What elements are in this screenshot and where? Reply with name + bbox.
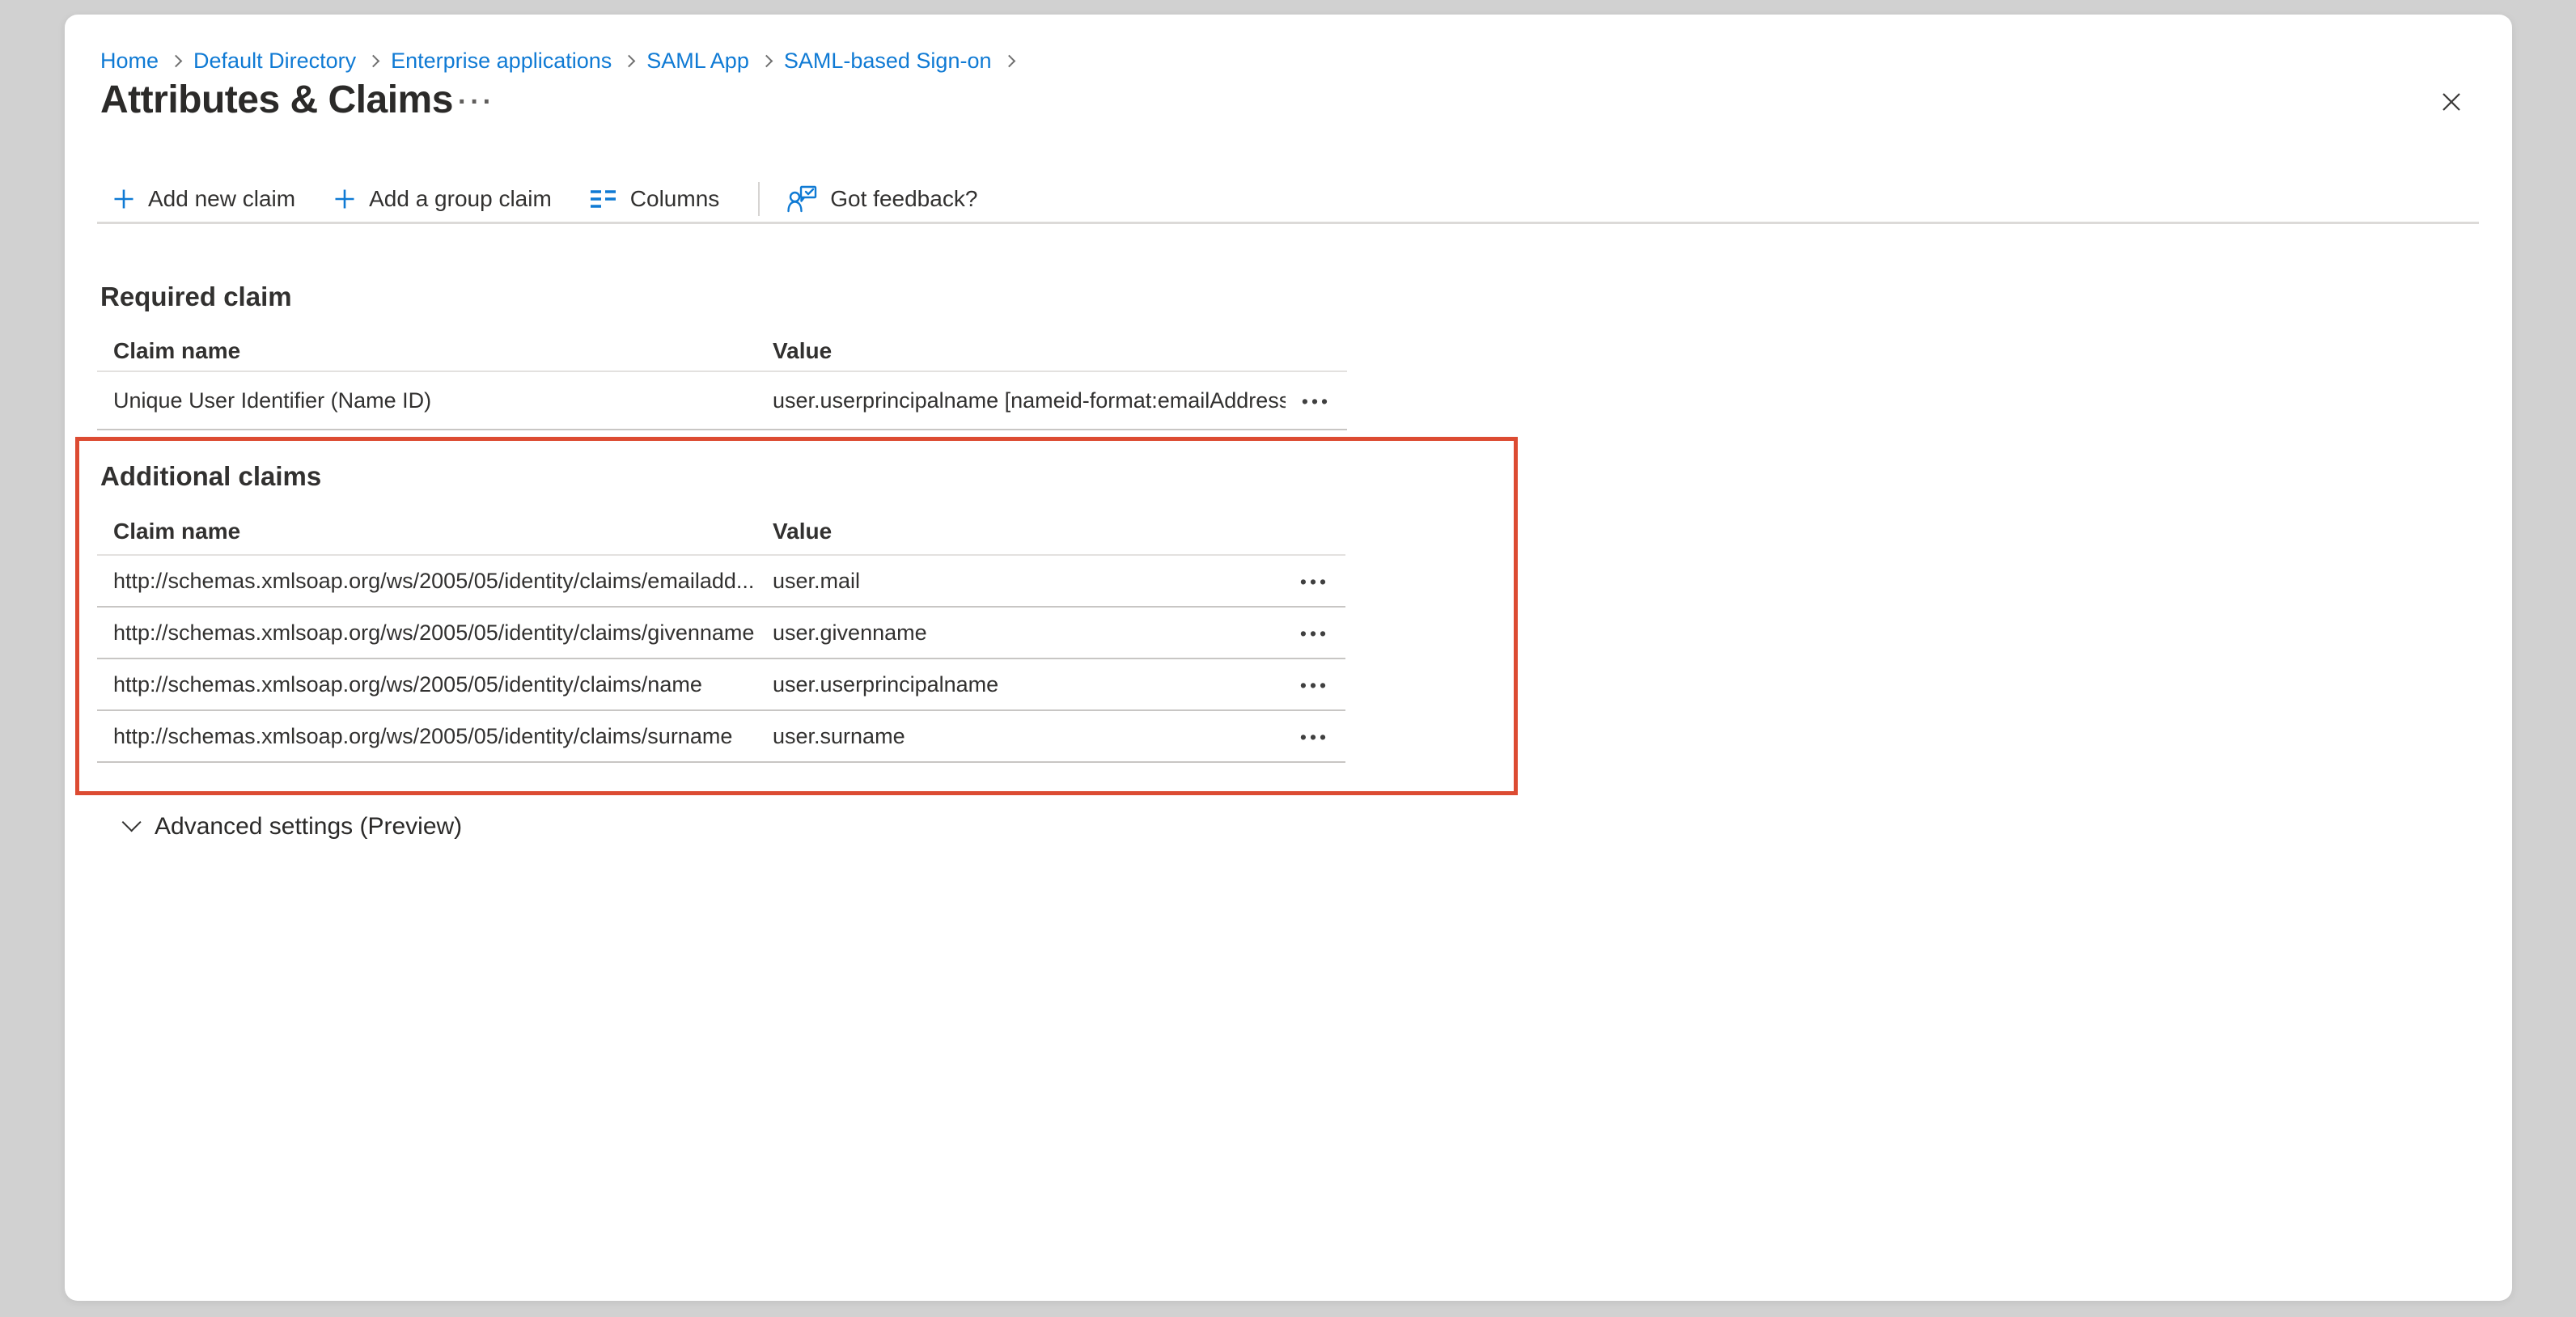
plus-icon	[333, 187, 357, 211]
columns-button[interactable]: Columns	[589, 186, 719, 212]
got-feedback-button[interactable]: Got feedback?	[787, 185, 977, 213]
claim-name-column-header: Claim name	[97, 338, 773, 364]
claim-name-cell: http://schemas.xmlsoap.org/ws/2005/05/id…	[97, 569, 773, 594]
additional-claims-table: Claim name Value http://schemas.xmlsoap.…	[97, 508, 1345, 763]
command-bar: Add new claim Add a group claim Columns	[112, 180, 1015, 218]
row-menu-icon[interactable]: •••	[1300, 625, 1329, 642]
table-row[interactable]: Unique User Identifier (Name ID) user.us…	[97, 372, 1347, 430]
columns-label: Columns	[630, 186, 719, 212]
chevron-right-icon	[761, 54, 773, 67]
row-menu-icon[interactable]: •••	[1300, 574, 1329, 590]
breadcrumb-default-directory[interactable]: Default Directory	[193, 47, 356, 74]
close-icon	[2438, 89, 2464, 115]
advanced-settings-label: Advanced settings (Preview)	[155, 813, 462, 841]
required-claim-table: Claim name Value Unique User Identifier …	[97, 332, 1347, 430]
value-column-header: Value	[773, 519, 1284, 544]
claim-value-cell: user.givenname	[773, 620, 1284, 646]
add-group-claim-button[interactable]: Add a group claim	[333, 186, 552, 212]
row-menu-icon[interactable]: •••	[1300, 729, 1329, 745]
add-new-claim-button[interactable]: Add new claim	[112, 186, 295, 212]
row-menu-icon[interactable]: •••	[1302, 393, 1331, 409]
breadcrumb-home[interactable]: Home	[100, 47, 159, 74]
table-row[interactable]: http://schemas.xmlsoap.org/ws/2005/05/id…	[97, 556, 1345, 608]
toolbar-divider	[758, 182, 760, 216]
plus-icon	[112, 187, 136, 211]
advanced-settings-toggle[interactable]: Advanced settings (Preview)	[123, 811, 462, 843]
chevron-right-icon	[623, 54, 636, 67]
claim-name-column-header: Claim name	[97, 519, 773, 544]
additional-claims-heading: Additional claims	[100, 461, 321, 492]
breadcrumb-saml-based-sign-on[interactable]: SAML-based Sign-on	[784, 47, 992, 74]
table-row[interactable]: http://schemas.xmlsoap.org/ws/2005/05/id…	[97, 608, 1345, 659]
claim-value-cell: user.userprincipalname	[773, 672, 1284, 697]
toolbar-separator-line	[97, 222, 2479, 224]
page-title: Attributes & Claims	[100, 76, 453, 125]
table-header-row: Claim name Value	[97, 332, 1347, 372]
claim-name-cell: http://schemas.xmlsoap.org/ws/2005/05/id…	[97, 724, 773, 749]
claim-value-cell: user.mail	[773, 569, 1284, 594]
claim-name-cell: http://schemas.xmlsoap.org/ws/2005/05/id…	[97, 672, 773, 697]
breadcrumb-enterprise-applications[interactable]: Enterprise applications	[391, 47, 612, 74]
columns-icon	[589, 188, 618, 210]
close-button[interactable]	[2430, 81, 2472, 123]
chevron-right-icon	[367, 54, 380, 67]
chevron-down-icon	[122, 812, 142, 832]
claim-name-cell: Unique User Identifier (Name ID)	[97, 388, 773, 413]
claim-value-cell: user.surname	[773, 724, 1284, 749]
value-column-header: Value	[773, 338, 1286, 364]
more-options-icon[interactable]: ···	[458, 86, 495, 118]
row-menu-icon[interactable]: •••	[1300, 677, 1329, 693]
table-row[interactable]: http://schemas.xmlsoap.org/ws/2005/05/id…	[97, 659, 1345, 711]
chevron-right-icon	[170, 54, 183, 67]
chevron-right-icon	[1002, 54, 1015, 67]
table-header-row: Claim name Value	[97, 508, 1345, 556]
feedback-icon	[787, 185, 818, 213]
claim-name-cell: http://schemas.xmlsoap.org/ws/2005/05/id…	[97, 620, 773, 646]
add-new-claim-label: Add new claim	[148, 186, 295, 212]
table-row[interactable]: http://schemas.xmlsoap.org/ws/2005/05/id…	[97, 711, 1345, 763]
claim-value-cell: user.userprincipalname [nameid-format:em…	[773, 388, 1286, 413]
attributes-claims-blade: Home Default Directory Enterprise applic…	[65, 15, 2512, 1301]
add-group-claim-label: Add a group claim	[369, 186, 552, 212]
breadcrumb-saml-app[interactable]: SAML App	[646, 47, 749, 74]
required-claim-heading: Required claim	[100, 282, 292, 312]
got-feedback-label: Got feedback?	[830, 186, 977, 212]
breadcrumb: Home Default Directory Enterprise applic…	[100, 47, 1027, 74]
